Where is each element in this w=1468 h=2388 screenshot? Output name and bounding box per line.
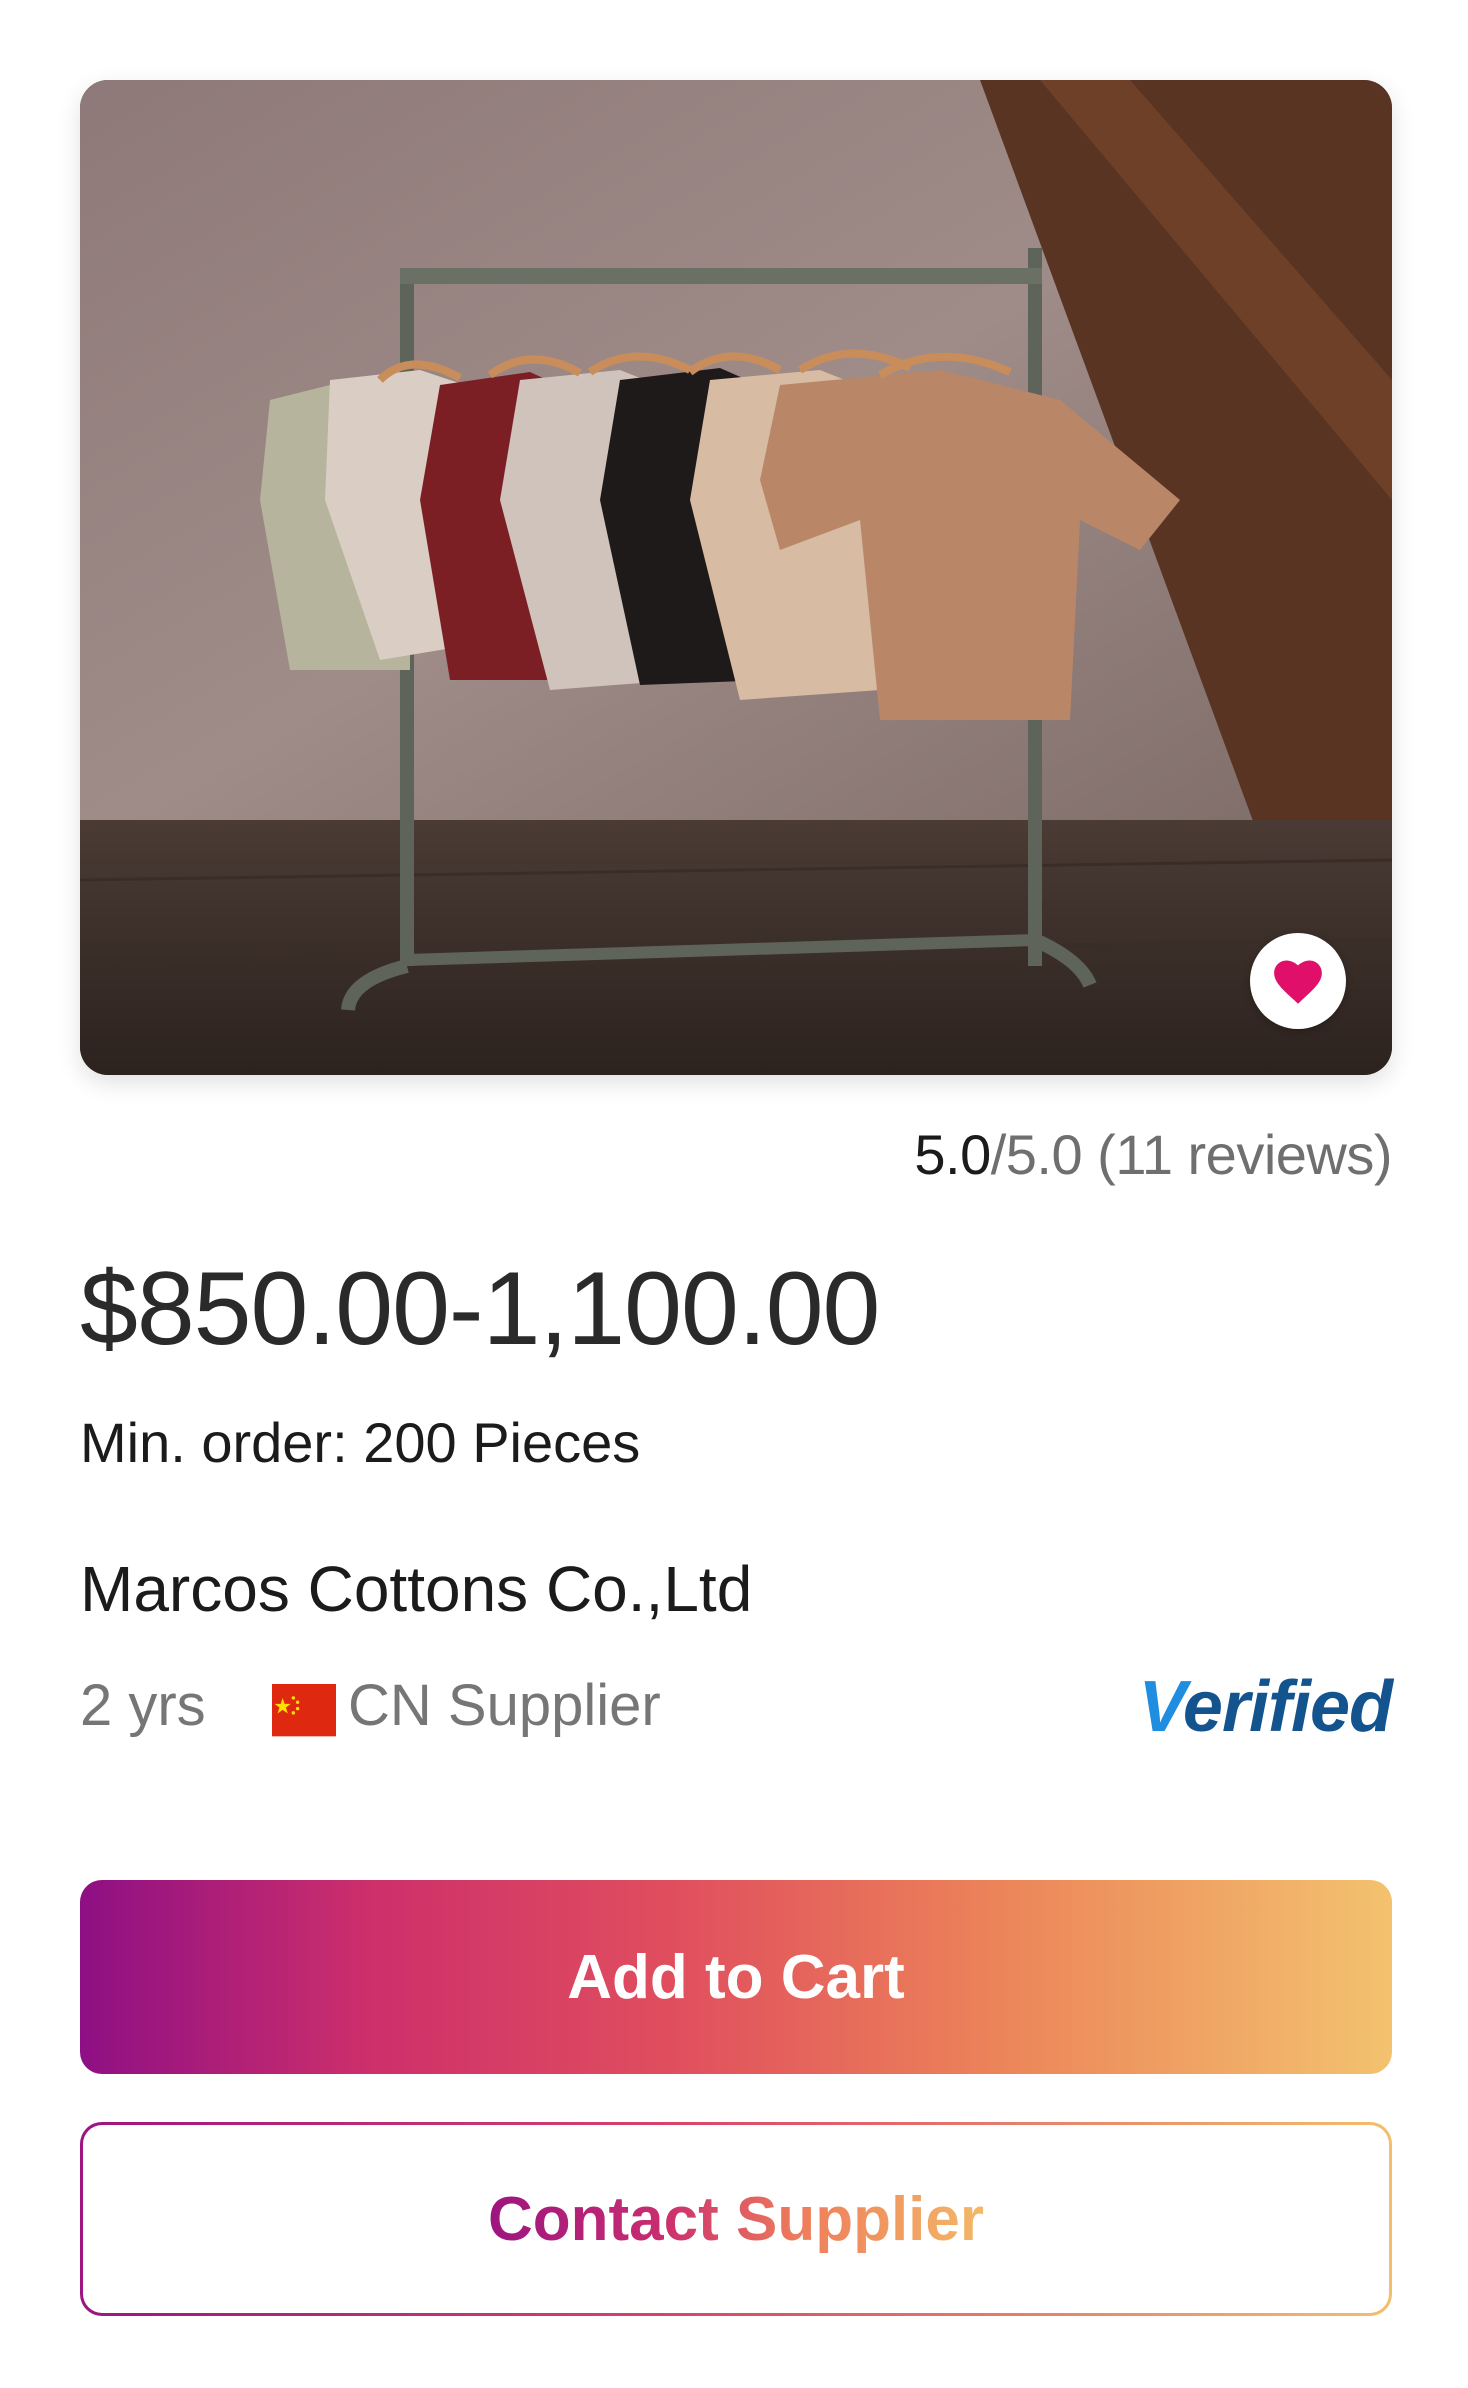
verified-badge[interactable]: Verified: [1138, 1666, 1393, 1748]
price-range: $850.00-1,100.00: [80, 1251, 880, 1367]
rating-score: 5.0: [914, 1123, 991, 1186]
heart-icon: [1274, 960, 1322, 1004]
clothing-rack-photo: [80, 80, 1392, 1075]
favorite-button[interactable]: [1250, 933, 1346, 1029]
add-to-cart-button[interactable]: Add to Cart: [80, 1880, 1392, 2074]
supplier-name[interactable]: Marcos Cottons Co.,Ltd: [80, 1552, 752, 1626]
rating-detail: /5.0 (11 reviews): [990, 1123, 1393, 1186]
product-detail-page: 5.0/5.0 (11 reviews) $850.00-1,100.00 Mi…: [0, 0, 1468, 2388]
contact-supplier-button-inner: Contact Supplier: [83, 2125, 1389, 2313]
rating-summary[interactable]: 5.0/5.0 (11 reviews): [914, 1122, 1392, 1187]
supplier-country: CN Supplier: [348, 1673, 661, 1738]
supplier-meta: 2 yrs CN Supplier Verified: [80, 1667, 1393, 1752]
min-order: Min. order: 200 Pieces: [80, 1411, 641, 1474]
contact-supplier-label: Contact Supplier: [487, 2184, 985, 2254]
verified-badge-rest: erified: [1182, 1667, 1393, 1747]
contact-supplier-button[interactable]: Contact Supplier: [80, 2122, 1392, 2316]
verified-badge-first-letter: V: [1138, 1667, 1184, 1747]
supplier-years: 2 yrs: [80, 1673, 206, 1738]
product-image[interactable]: [80, 80, 1392, 1075]
china-flag-icon: [272, 1684, 336, 1737]
